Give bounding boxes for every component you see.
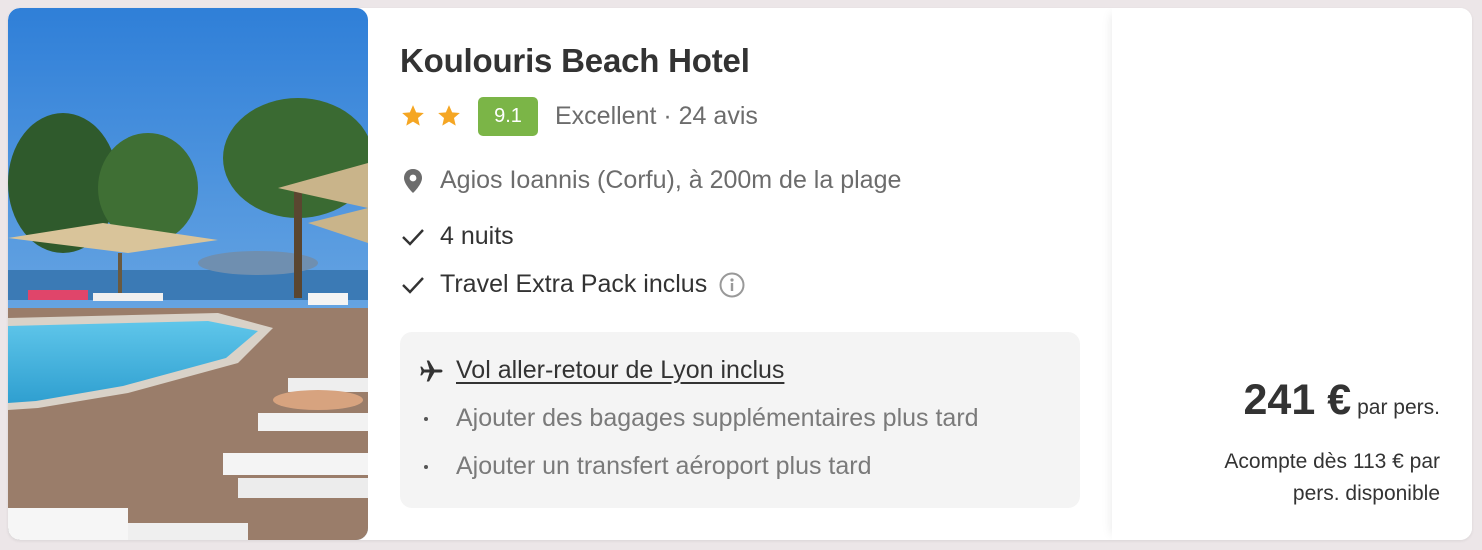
nights-text: 4 nuits (440, 222, 514, 250)
price-amount: 241 € (1243, 376, 1352, 424)
bullet-icon (424, 416, 428, 421)
deposit-text: Acompte dès 113 € par pers. disponible (1224, 450, 1440, 505)
star-icon (402, 105, 424, 126)
nights-row: 4 nuits (400, 222, 514, 251)
star-icon (438, 105, 460, 126)
map-pin-icon (400, 168, 426, 194)
rating-row: 9.1 Excellent · 24 avis (400, 96, 758, 136)
location-text: Agios Ioannis (Corfu), à 200m de la plag… (440, 166, 902, 194)
price-panel[interactable]: 241 € par pers. Acompte dès 113 € par pe… (1112, 8, 1472, 540)
price: 241 € par pers. (1244, 376, 1440, 425)
checkmark-icon (400, 272, 426, 298)
hotel-card[interactable]: Koulouris Beach Hotel 9.1 Excellent · 24… (8, 8, 1472, 540)
pack-row: Travel Extra Pack inclus (400, 270, 745, 299)
hotel-photo[interactable] (8, 8, 368, 540)
flight-box: Vol aller-retour de Lyon inclus Ajouter … (400, 332, 1080, 508)
price-unit: par pers. (1357, 396, 1440, 419)
checkmark-icon (400, 224, 426, 250)
flight-option: Ajouter des bagages supplémentaires plus… (424, 404, 979, 433)
hotel-name[interactable]: Koulouris Beach Hotel (400, 42, 750, 80)
flight-link[interactable]: Vol aller-retour de Lyon inclus (456, 356, 784, 385)
hotel-info: Koulouris Beach Hotel 9.1 Excellent · 24… (400, 8, 1080, 540)
info-icon[interactable] (719, 272, 745, 298)
flight-option: Ajouter un transfert aéroport plus tard (424, 452, 872, 481)
flight-option-text: Ajouter un transfert aéroport plus tard (456, 452, 872, 480)
flight-title[interactable]: Vol aller-retour de Lyon inclus (418, 356, 784, 385)
bullet-icon (424, 464, 428, 469)
review-summary[interactable]: Excellent · 24 avis (555, 102, 758, 131)
score-badge: 9.1 (478, 96, 538, 136)
pack-text: Travel Extra Pack inclus (440, 270, 708, 298)
location-row: Agios Ioannis (Corfu), à 200m de la plag… (400, 166, 901, 195)
airplane-icon (420, 360, 443, 381)
flight-option-text: Ajouter des bagages supplémentaires plus… (456, 404, 979, 432)
